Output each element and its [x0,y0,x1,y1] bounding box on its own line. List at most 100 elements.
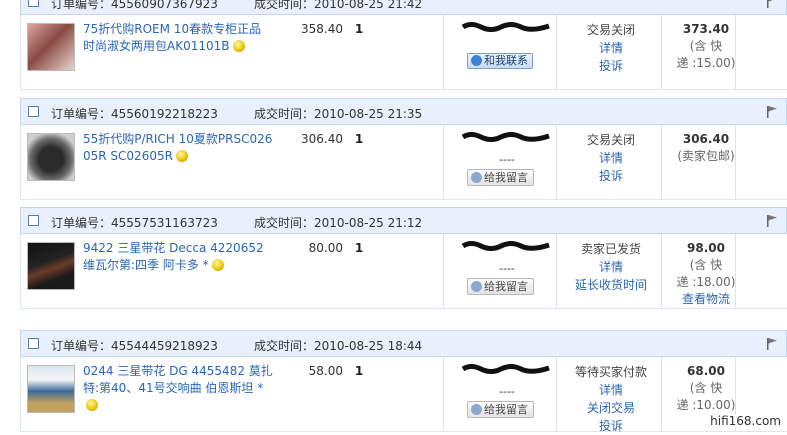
flag-icon[interactable] [766,0,778,8]
order-no: 45560907367923 [111,0,218,11]
flag-icon[interactable] [766,337,778,350]
seller-name-redacted [461,241,550,251]
order-checkbox[interactable] [28,338,39,349]
order-no-label: 订单编号： [51,339,112,353]
order-time-label: 成交时间： [254,216,315,230]
order-header: 订单编号：45560907367923 成交时间：2010-08-25 21:4… [20,0,787,15]
order-total: 306.40 (卖家包邮) [661,131,751,165]
details-link[interactable]: 详情 [561,258,661,276]
shipping-note: (含 快 [689,258,723,272]
order-total: 373.40 (含 快 递 :15.00) [661,21,751,72]
watermark-text: hifi168.com [708,414,783,428]
shipping-note-2: 递 :15.00) [676,56,736,70]
message-icon [471,281,482,292]
order-checkbox[interactable] [28,0,39,7]
gold-coin-icon [175,150,188,162]
message-seller-button[interactable]: 给我留言 [467,278,534,295]
order-total: 68.00 (含 快 递 :10.00) [661,363,751,414]
product-title-link[interactable]: 0244 三星带花 DG 4455482 莫扎特:第40、41号交响曲 伯恩斯坦… [83,363,273,414]
order-body: 0244 三星带花 DG 4455482 莫扎特:第40、41号交响曲 伯恩斯坦… [20,357,787,435]
order-no-label: 订单编号： [51,0,112,11]
seller-name-redacted [461,22,550,32]
status-text: 卖家已发货 [580,242,641,256]
contact-seller-button[interactable]: 和我联系 [467,53,533,69]
order-time: 2010-08-25 21:35 [314,107,423,121]
product-title-link[interactable]: 9422 三星带花 Decca 4220652 维瓦尔第:四季 阿卡多 * [83,240,273,274]
shipping-note-2: 递 :18.00) [676,275,736,289]
order-header: 订单编号：45544459218923 成交时间：2010-08-25 18:4… [20,330,787,357]
order-time: 2010-08-25 21:42 [314,0,423,11]
complaint-link[interactable]: 投诉 [561,57,661,75]
total-amount: 373.40 [682,22,730,36]
product-thumbnail[interactable] [27,365,75,413]
flag-icon[interactable] [766,214,778,227]
gold-coin-icon [211,259,224,271]
complaint-link[interactable]: 投诉 [561,417,661,435]
status-text: 交易关闭 [586,133,635,147]
details-link[interactable]: 详情 [561,149,661,167]
order-total: 98.00 (含 快 递 :18.00) 查看物流 [661,240,751,308]
unit-price: 306.40 [301,132,343,146]
order-status: 交易关闭 详情 投诉 [561,131,661,185]
order-time-label: 成交时间： [254,0,315,11]
order-body: 75折代购ROEM 10春款专柜正品时尚淑女两用包AK01101B 358.40… [20,15,787,90]
order-header: 订单编号：45557531163723 成交时间：2010-08-25 21:1… [20,207,787,234]
quantity: 1 [354,364,364,378]
message-seller-button[interactable]: 给我留言 [467,169,534,186]
order-time: 2010-08-25 18:44 [314,339,423,353]
total-amount: 306.40 [682,132,730,146]
details-link[interactable]: 详情 [561,39,661,57]
unit-price: 80.00 [308,241,343,255]
message-seller-button[interactable]: 给我留言 [467,401,534,418]
product-thumbnail[interactable] [27,133,75,181]
seller-info: ---- [499,262,515,275]
unit-price: 58.00 [308,364,343,378]
order-time-label: 成交时间： [254,339,315,353]
message-icon [471,172,482,183]
shipping-note: (含 快 [689,39,723,53]
status-text: 等待买家付款 [574,365,647,379]
total-amount: 68.00 [687,364,725,378]
order-body: 55折代购P/RICH 10夏款PRSC02605R SC02605R 306.… [20,125,787,200]
seller-name-redacted [461,364,550,374]
order-time: 2010-08-25 21:12 [314,216,423,230]
order-checkbox[interactable] [28,215,39,226]
track-shipment-link[interactable]: 查看物流 [661,291,751,308]
shipping-note: (卖家包邮) [677,149,735,163]
product-title-link[interactable]: 55折代购P/RICH 10夏款PRSC02605R SC02605R [83,131,273,165]
complaint-link[interactable]: 投诉 [561,167,661,185]
quantity: 1 [354,241,364,255]
seller-name-redacted [461,132,550,142]
order-time-label: 成交时间： [254,107,315,121]
total-amount: 98.00 [687,241,725,255]
wangwang-icon [471,55,482,66]
order-status: 交易关闭 详情 投诉 [561,21,661,75]
product-title-link[interactable]: 75折代购ROEM 10春款专柜正品时尚淑女两用包AK01101B [83,21,273,55]
order-no: 45544459218923 [111,339,218,353]
product-thumbnail[interactable] [27,242,75,290]
flag-icon[interactable] [766,105,778,118]
extend-receipt-link[interactable]: 延长收货时间 [561,276,661,294]
seller-info: ---- [499,153,515,166]
shipping-note-2: 递 :10.00) [676,398,736,412]
unit-price: 358.40 [301,22,343,36]
order-no: 45560192218223 [111,107,218,121]
order-no: 45557531163723 [111,216,218,230]
quantity: 1 [354,132,364,146]
shipping-note: (含 快 [689,381,723,395]
order-no-label: 订单编号： [51,216,112,230]
message-icon [471,404,482,415]
seller-info: ---- [499,385,515,398]
status-text: 交易关闭 [586,23,635,37]
details-link[interactable]: 详情 [561,381,661,399]
order-status: 等待买家付款 详情 关闭交易 投诉 [561,363,661,435]
quantity: 1 [354,22,364,36]
product-thumbnail[interactable] [27,23,75,71]
order-no-label: 订单编号： [51,107,112,121]
order-header: 订单编号：45560192218223 成交时间：2010-08-25 21:3… [20,98,787,125]
gold-coin-icon [86,399,98,411]
order-checkbox[interactable] [28,106,39,117]
order-body: 9422 三星带花 Decca 4220652 维瓦尔第:四季 阿卡多 * 80… [20,234,787,309]
close-order-link[interactable]: 关闭交易 [561,399,661,417]
gold-coin-icon [232,40,245,52]
